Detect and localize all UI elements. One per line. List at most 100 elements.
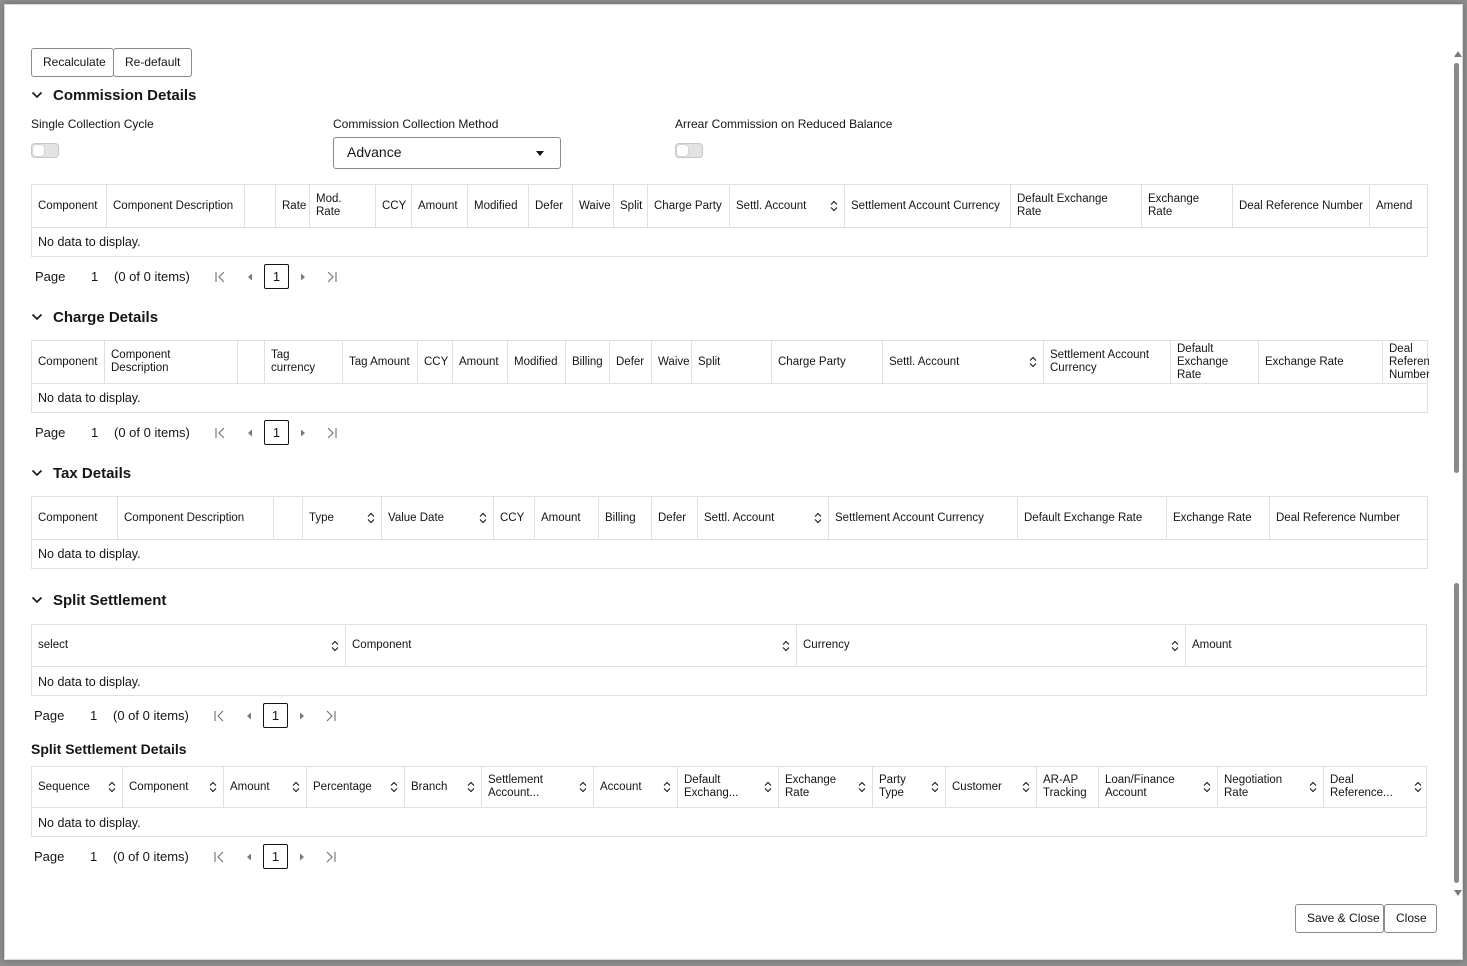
last-page-icon[interactable] [325,426,339,440]
sort-icon[interactable] [209,781,217,793]
sort-icon[interactable] [782,640,790,652]
column-header-value-date[interactable]: Value Date [382,497,494,539]
split-settlement-title: Split Settlement [53,591,167,609]
first-page-icon[interactable] [212,850,226,864]
sort-icon[interactable] [292,781,300,793]
column-header-label: Defer [658,511,687,524]
last-page-icon[interactable] [324,850,338,864]
column-header-component[interactable]: Component [346,625,797,666]
sort-icon[interactable] [931,781,939,793]
sort-icon[interactable] [764,781,772,793]
sort-icon[interactable] [479,512,487,524]
sort-icon[interactable] [1029,356,1037,368]
close-button[interactable]: Close [1384,904,1437,933]
next-page-icon[interactable] [295,850,309,864]
sort-icon[interactable] [108,781,116,793]
next-page-icon[interactable] [296,426,310,440]
column-header-negotiation-rate[interactable]: Negotiation Rate [1218,767,1324,807]
charge-details-header[interactable]: Charge Details [31,306,158,328]
column-header-account[interactable]: Account [594,767,678,807]
current-page-box[interactable]: 1 [264,264,289,289]
items-count: (0 of 0 items) [113,849,189,864]
sort-icon[interactable] [390,781,398,793]
sort-icon[interactable] [467,781,475,793]
column-header-type[interactable]: Type [303,497,382,539]
column-header-label: Component [352,639,412,651]
scrollbar-thumb-lower[interactable] [1454,583,1459,883]
column-header-settl-account[interactable]: Settl. Account [730,185,845,227]
recalculate-button[interactable]: Recalculate [31,48,114,77]
commission-details-header[interactable]: Commission Details [31,84,196,106]
next-page-icon[interactable] [295,709,309,723]
split-settlement-details-title: Split Settlement Details [31,741,187,757]
column-header-settl-account[interactable]: Settl. Account [883,341,1044,383]
column-header-component[interactable]: Component [123,767,224,807]
previous-page-icon[interactable] [242,850,256,864]
column-header-amount[interactable]: Amount [224,767,307,807]
column-header-select[interactable]: select [32,625,346,666]
sort-icon[interactable] [858,781,866,793]
save-and-close-button[interactable]: Save & Close [1295,904,1384,933]
column-header-sequence[interactable]: Sequence [32,767,123,807]
sort-icon[interactable] [814,512,822,524]
column-header-tag-amount: Tag Amount [343,341,418,383]
previous-page-icon[interactable] [242,709,256,723]
last-page-icon[interactable] [325,270,339,284]
next-page-icon[interactable] [296,270,310,284]
single-collection-cycle-toggle[interactable] [31,143,59,158]
column-header-exchange-rate[interactable]: Exchange Rate [779,767,873,807]
tax-details-header[interactable]: Tax Details [31,462,131,484]
sort-icon[interactable] [579,781,587,793]
column-header-deal-reference[interactable]: Deal Reference... [1324,767,1428,807]
column-header-ccy: CCY [494,497,535,539]
column-header-label: Settlement Account... [488,774,543,799]
sort-icon[interactable] [331,640,339,652]
commission-collection-method-select[interactable]: Advance [333,137,561,169]
column-header-default-exchang[interactable]: Default Exchang... [678,767,779,807]
column-header-component-description: Component Description [107,185,245,227]
column-header-component-description: Component Description [118,497,274,539]
column-header-defer: Defer [610,341,652,383]
vertical-scrollbar[interactable] [1453,51,1463,896]
split-settlement-header[interactable]: Split Settlement [31,589,166,611]
commission-pager: Page 1 (0 of 0 items) 1 [35,264,355,290]
scrollbar-thumb[interactable] [1454,63,1459,473]
column-header-settlement-account[interactable]: Settlement Account... [482,767,594,807]
column-header-loan-finance-account[interactable]: Loan/Finance Account [1099,767,1218,807]
sort-icon[interactable] [1171,640,1179,652]
sort-icon[interactable] [830,200,838,212]
column-header-label: Amount [418,199,458,212]
column-header-component: Component [32,185,107,227]
previous-page-icon[interactable] [243,426,257,440]
column-header-currency[interactable]: Currency [797,625,1186,666]
current-page-box[interactable]: 1 [264,420,289,445]
last-page-icon[interactable] [324,709,338,723]
arrear-commission-toggle[interactable] [675,143,703,158]
chevron-down-icon [31,91,43,99]
column-header-party-type[interactable]: Party Type [873,767,946,807]
current-page-box[interactable]: 1 [263,844,288,869]
sort-icon[interactable] [367,512,375,524]
sort-icon[interactable] [663,781,671,793]
first-page-icon[interactable] [212,709,226,723]
sort-icon[interactable] [1309,781,1317,793]
first-page-icon[interactable] [213,270,227,284]
sort-icon[interactable] [1203,781,1211,793]
sort-icon[interactable] [1414,781,1422,793]
previous-page-icon[interactable] [243,270,257,284]
scroll-up-icon[interactable] [1454,51,1462,57]
column-header-label: Settlement Account Currency [1050,349,1150,374]
current-page-box[interactable]: 1 [263,703,288,728]
scroll-down-icon[interactable] [1454,890,1462,896]
sort-icon[interactable] [1022,781,1030,793]
column-header-branch[interactable]: Branch [405,767,482,807]
column-header-label: Customer [952,780,1002,793]
column-header-label: Default Exchange Rate [1024,511,1143,524]
column-header-customer[interactable]: Customer [946,767,1037,807]
commission-details-title: Commission Details [53,86,197,104]
first-page-icon[interactable] [213,426,227,440]
redefault-button[interactable]: Re-default [113,48,192,77]
column-header-settl-account[interactable]: Settl. Account [698,497,829,539]
commission-table: Component Component Description Rate Mod. R… [31,184,1428,257]
column-header-percentage[interactable]: Percentage [307,767,405,807]
